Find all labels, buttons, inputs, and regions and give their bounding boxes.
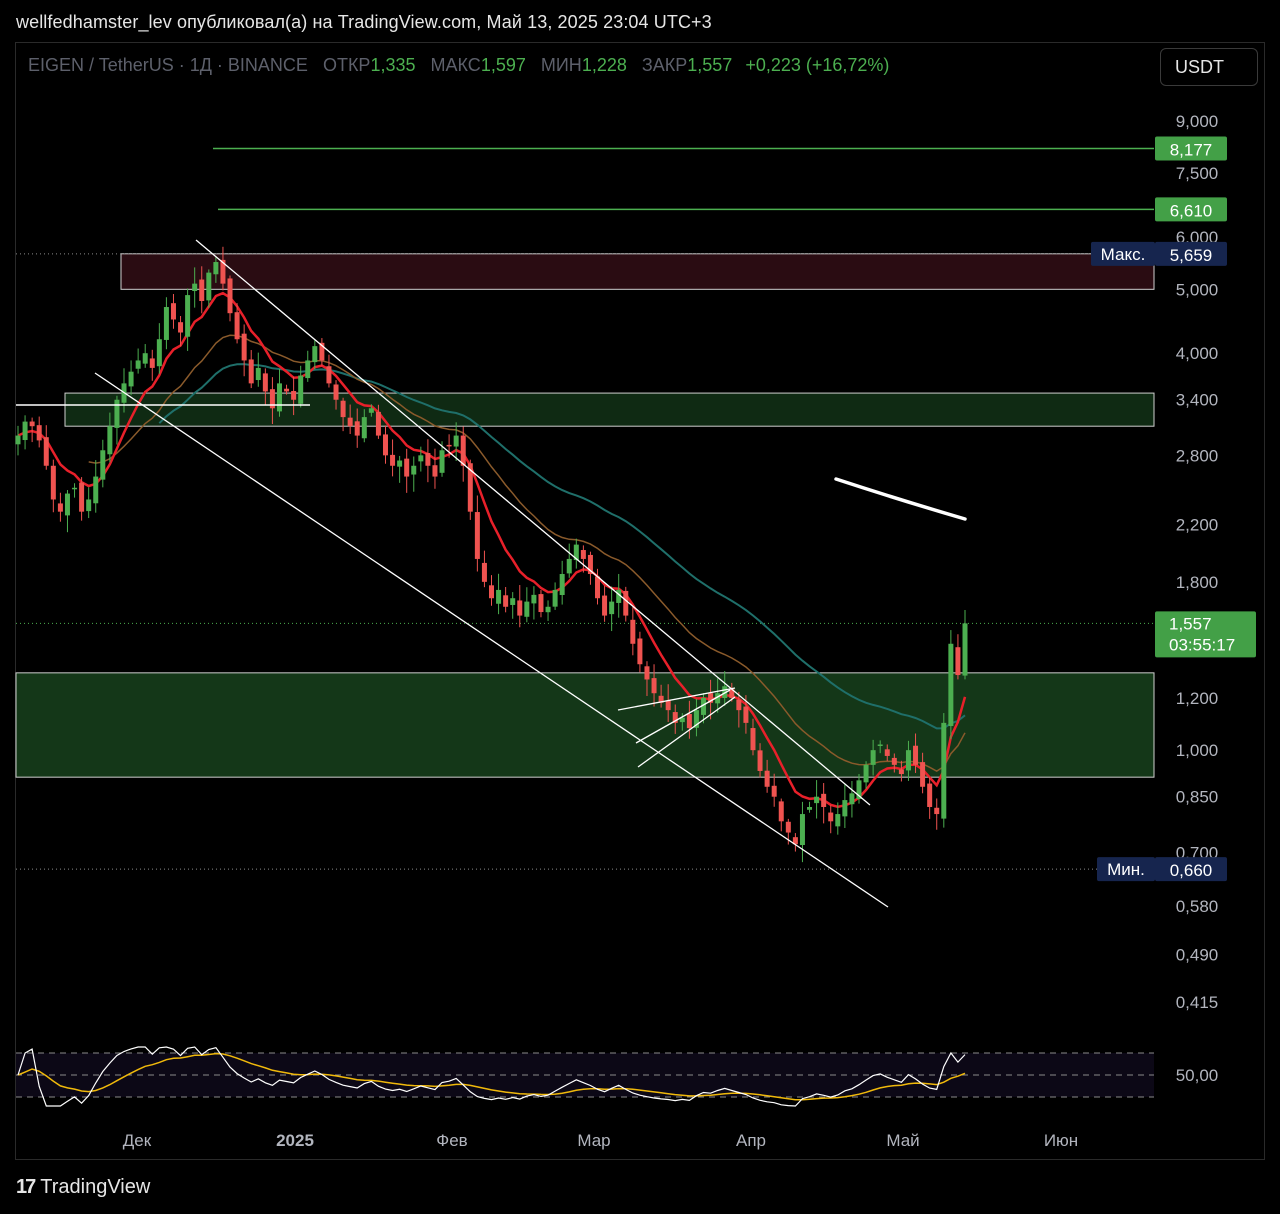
high-value: 1,597 (480, 55, 526, 75)
open-label: ОТКР (322, 55, 371, 75)
brand-name: TradingView (40, 1176, 151, 1198)
publisher-line: wellfedhamster_lev опубликовал(а) на Tra… (16, 12, 712, 32)
low-value: 1,228 (581, 55, 627, 75)
symbol-info-line: EIGEN / TetherUS · 1Д · BINANCE ОТКР1,33… (28, 55, 889, 76)
close-label: ЗАКР (641, 55, 688, 75)
change-value: +0,223 (+16,72%) (745, 55, 890, 75)
close-value: 1,557 (687, 55, 733, 75)
footer-brand[interactable]: 17 TradingView (16, 1176, 150, 1199)
currency-button[interactable]: USDT (1160, 48, 1258, 86)
chart-frame[interactable] (15, 42, 1265, 1160)
tradingview-logo-icon: 17 (16, 1176, 36, 1198)
symbol-name[interactable]: EIGEN / TetherUS · 1Д · BINANCE (28, 55, 308, 75)
open-value: 1,335 (370, 55, 416, 75)
high-label: МАКС (430, 55, 481, 75)
low-label: МИН (540, 55, 582, 75)
